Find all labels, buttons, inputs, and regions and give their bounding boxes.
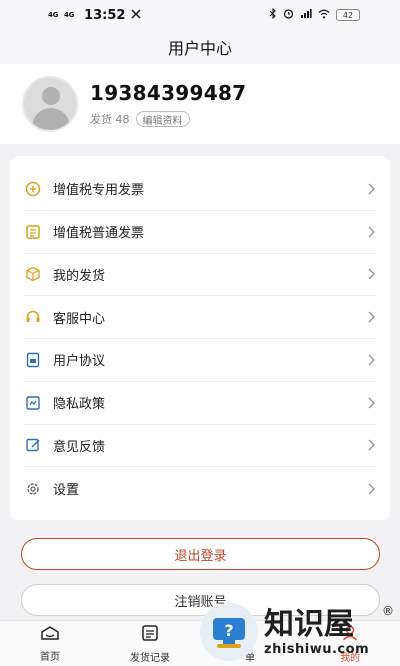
signal-icon xyxy=(300,8,312,22)
headset-icon xyxy=(24,308,42,326)
nav-bar: 用户中心 xyxy=(0,30,400,64)
chevron-right-icon xyxy=(366,226,376,238)
user-icon xyxy=(341,624,359,646)
battery-indicator: 42 xyxy=(336,9,360,21)
menu-item-label: 增值税普通发票 xyxy=(53,226,145,242)
network-indicator-2: 4G xyxy=(64,11,75,19)
menu-item-label: 意见反馈 xyxy=(53,439,106,455)
tab-label: 我的 xyxy=(340,652,360,664)
chevron-right-icon xyxy=(366,311,376,323)
general-invoice-icon xyxy=(24,223,42,241)
menu-item-label: 我的发货 xyxy=(53,268,106,284)
menu-item-my-shipments[interactable]: 我的发货 xyxy=(24,254,376,297)
agreement-icon xyxy=(24,351,42,369)
cancel-account-button[interactable]: 注销账号 xyxy=(21,584,380,616)
alarm-icon xyxy=(283,8,294,22)
status-left: 4G 4G 13:52 xyxy=(48,8,141,23)
tab-mine[interactable]: 我的 xyxy=(300,621,400,666)
menu-card: 增值税专用发票 增值税普通发票 我的发货 客服中心 用户协议 隐私政策 意见反馈… xyxy=(10,156,390,520)
menu-item-label: 用户协议 xyxy=(53,354,106,370)
privacy-icon xyxy=(24,394,42,412)
tab-records[interactable]: 发货记录 xyxy=(100,621,200,666)
tab-label: 单 xyxy=(245,652,255,664)
menu-item-label: 增值税专用发票 xyxy=(53,183,145,199)
menu-item-label: 设置 xyxy=(53,483,80,499)
tab-orders[interactable]: 单 xyxy=(200,621,300,666)
shipments-count: 发货 48 xyxy=(90,113,130,126)
menu-item-customer-service[interactable]: 客服中心 xyxy=(24,296,376,339)
order-icon xyxy=(241,624,259,646)
feedback-icon xyxy=(24,436,42,454)
logout-button[interactable]: 退出登录 xyxy=(21,538,380,570)
avatar[interactable] xyxy=(22,76,78,132)
menu-item-label: 隐私政策 xyxy=(53,397,106,413)
status-right: 42 xyxy=(269,7,360,22)
profile-section: 19384399487 发货 48 编辑资料 xyxy=(0,64,400,144)
chevron-right-icon xyxy=(366,439,376,451)
page-title: 用户中心 xyxy=(167,39,232,58)
menu-item-general-invoice[interactable]: 增值税普通发票 xyxy=(24,211,376,254)
chevron-right-icon xyxy=(366,483,376,495)
chevron-right-icon xyxy=(366,268,376,280)
menu-item-special-invoice[interactable]: 增值税专用发票 xyxy=(24,168,376,211)
network-indicator-1: 4G xyxy=(48,11,59,19)
chevron-right-icon xyxy=(366,183,376,195)
menu-item-label: 客服中心 xyxy=(53,311,106,327)
gear-icon xyxy=(24,480,42,498)
package-icon xyxy=(24,265,42,283)
menu-item-privacy-policy[interactable]: 隐私政策 xyxy=(24,382,376,425)
tab-bar: 首页 发货记录 单 我的 xyxy=(0,620,400,666)
menu-item-feedback[interactable]: 意见反馈 xyxy=(24,425,376,468)
special-invoice-icon xyxy=(24,180,42,198)
tab-label: 发货记录 xyxy=(130,652,170,664)
wifi-icon xyxy=(318,9,330,22)
chevron-right-icon xyxy=(366,354,376,366)
tab-label: 首页 xyxy=(40,651,60,663)
home-icon xyxy=(40,625,60,645)
bluetooth-icon xyxy=(269,7,277,22)
tools-icon xyxy=(131,8,141,22)
profile-info: 19384399487 发货 48 编辑资料 xyxy=(90,81,246,127)
status-bar: 4G 4G 13:52 42 xyxy=(0,0,400,30)
tab-home[interactable]: 首页 xyxy=(0,621,100,666)
profile-meta: 发货 48 编辑资料 xyxy=(90,111,246,127)
chevron-right-icon xyxy=(366,397,376,409)
menu-item-user-agreement[interactable]: 用户协议 xyxy=(24,339,376,382)
status-time: 13:52 xyxy=(84,7,126,23)
edit-profile-button[interactable]: 编辑资料 xyxy=(135,111,190,127)
records-icon xyxy=(141,624,159,646)
registered-mark: ® xyxy=(382,604,394,618)
profile-phone: 19384399487 xyxy=(90,81,247,105)
menu-item-settings[interactable]: 设置 xyxy=(24,467,376,510)
